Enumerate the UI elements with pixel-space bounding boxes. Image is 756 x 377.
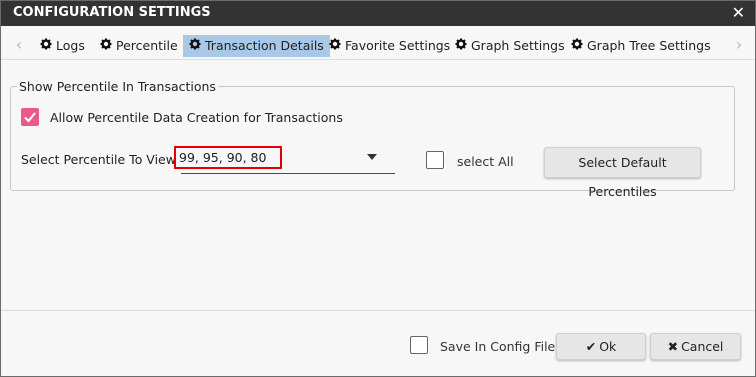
close-icon: ✖ xyxy=(667,339,679,354)
tab-label: Percentile xyxy=(116,38,178,53)
tab-logs[interactable]: Logs xyxy=(34,35,91,57)
select-default-percentiles-button[interactable]: Select Default Percentiles xyxy=(544,147,701,199)
select-all-label: select All xyxy=(457,154,514,169)
gear-icon xyxy=(189,35,201,57)
ok-label: Ok xyxy=(599,339,617,354)
check-icon: ✔ xyxy=(585,339,597,354)
cancel-label: Cancel xyxy=(681,339,724,354)
tab-graph-tree-settings[interactable]: Graph Tree Settings xyxy=(565,35,717,57)
select-all-checkbox[interactable] xyxy=(426,151,444,169)
gear-icon xyxy=(329,35,341,57)
configuration-dialog: CONFIGURATION SETTINGS ✕ ‹ Logs Percenti… xyxy=(0,0,756,377)
tab-graph-settings[interactable]: Graph Settings xyxy=(449,35,571,57)
tab-label: Logs xyxy=(56,38,85,53)
tab-divider xyxy=(1,59,755,60)
dialog-title: CONFIGURATION SETTINGS xyxy=(13,5,211,20)
chevron-right-icon[interactable]: › xyxy=(732,34,746,58)
ok-button[interactable]: ✔ Ok xyxy=(556,333,646,360)
tab-label: Transaction Details xyxy=(205,38,324,53)
footer-divider xyxy=(1,310,755,311)
allow-percentile-checkbox[interactable] xyxy=(21,108,39,126)
section-legend: Show Percentile In Transactions xyxy=(19,79,216,94)
tab-transaction-details[interactable]: Transaction Details xyxy=(183,35,330,57)
save-in-config-checkbox[interactable] xyxy=(410,336,428,354)
caret-down-icon xyxy=(367,154,377,160)
tab-favorite-settings[interactable]: Favorite Settings xyxy=(323,35,456,57)
gear-icon xyxy=(40,35,52,57)
tab-label: Favorite Settings xyxy=(345,38,451,53)
check-icon xyxy=(24,112,36,123)
gear-icon xyxy=(571,35,583,57)
chevron-left-icon[interactable]: ‹ xyxy=(12,34,26,58)
tab-percentile[interactable]: Percentile xyxy=(94,35,184,57)
percentile-dropdown[interactable]: 99, 95, 90, 80 xyxy=(174,146,395,174)
title-bar: CONFIGURATION SETTINGS ✕ xyxy=(1,1,755,26)
select-percentile-label: Select Percentile To View xyxy=(21,152,176,167)
cancel-button[interactable]: ✖ Cancel xyxy=(650,333,741,360)
gear-icon xyxy=(100,35,112,57)
allow-percentile-label: Allow Percentile Data Creation for Trans… xyxy=(50,110,343,125)
gear-icon xyxy=(455,35,467,57)
close-icon[interactable]: ✕ xyxy=(732,3,745,22)
save-in-config-label: Save In Config File xyxy=(440,339,556,354)
tab-bar: ‹ Logs Percentile Transaction Details Fa… xyxy=(1,34,755,58)
tab-label: Graph Tree Settings xyxy=(587,38,711,53)
tab-label: Graph Settings xyxy=(471,38,565,53)
percentile-selected-value: 99, 95, 90, 80 xyxy=(174,146,282,169)
